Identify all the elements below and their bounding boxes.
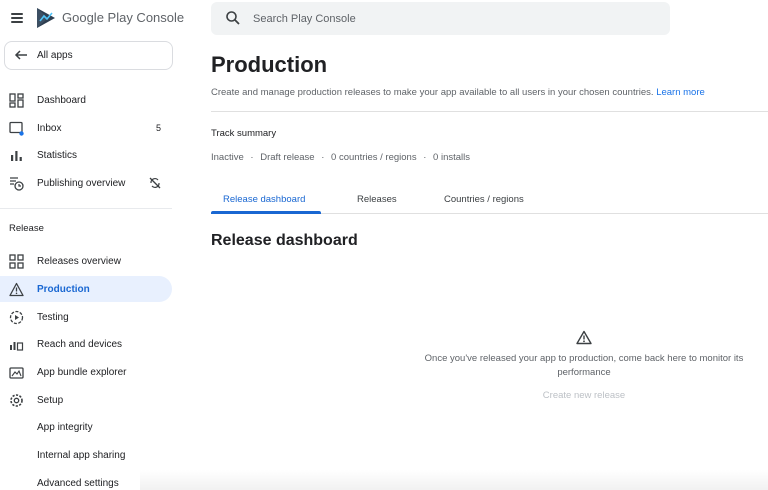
search-input[interactable]: [253, 10, 653, 27]
release-section-label: Release: [9, 223, 44, 234]
search-bar[interactable]: [211, 2, 670, 35]
tab-releases[interactable]: Releases: [357, 194, 397, 205]
track-countries: 0 countries / regions: [331, 152, 417, 163]
dashboard-icon: [9, 93, 24, 108]
menu-icon[interactable]: [9, 10, 25, 26]
nav-item-label: Inbox: [37, 123, 61, 134]
arrow-back-icon: [13, 47, 29, 63]
track-status: Inactive: [211, 152, 244, 163]
reach-chart-icon: [9, 337, 24, 352]
nav-item-label: Advanced settings: [37, 478, 119, 489]
nav-item-label: Production: [37, 284, 90, 295]
inbox-count: 5: [156, 123, 161, 133]
track-summary-title: Track summary: [211, 128, 276, 139]
bottom-shadow: [140, 470, 768, 490]
nav-item-label: App integrity: [37, 422, 93, 433]
separator: ·: [250, 152, 253, 163]
nav-item-dashboard[interactable]: Dashboard: [0, 87, 172, 113]
track-release: Draft release: [260, 152, 314, 163]
nav-item-reach-and-devices[interactable]: Reach and devices: [0, 331, 172, 357]
nav-item-testing[interactable]: Testing: [0, 304, 172, 330]
track-summary-line: Inactive · Draft release · 0 countries /…: [211, 152, 470, 163]
bar-chart-icon: [9, 148, 24, 163]
learn-more-link[interactable]: Learn more: [656, 87, 705, 98]
grid-icon: [9, 254, 24, 269]
gear-icon: [9, 393, 24, 408]
nav-item-label: Internal app sharing: [37, 450, 125, 461]
separator: ·: [321, 152, 324, 163]
all-apps-button[interactable]: All apps: [4, 41, 173, 70]
separator: ·: [423, 152, 426, 163]
tab-bar: Release dashboard Releases Countries / r…: [211, 186, 768, 214]
nav-item-inbox[interactable]: Inbox 5: [0, 115, 172, 141]
tab-release-dashboard[interactable]: Release dashboard: [223, 194, 305, 205]
nav-item-label: Releases overview: [37, 256, 121, 267]
nav-item-label: Dashboard: [37, 95, 86, 106]
nav-item-production[interactable]: Production: [0, 276, 172, 302]
tab-countries-regions[interactable]: Countries / regions: [444, 194, 524, 205]
nav-item-statistics[interactable]: Statistics: [0, 142, 172, 168]
page-description: Create and manage production releases to…: [211, 87, 705, 98]
nav-item-label: Publishing overview: [37, 178, 125, 189]
nav-item-setup[interactable]: Setup: [0, 387, 172, 413]
nav-item-app-integrity[interactable]: App integrity: [0, 414, 172, 440]
sidebar-divider: [0, 208, 172, 209]
nav-item-app-bundle-explorer[interactable]: App bundle explorer: [0, 359, 172, 385]
sidebar-header: Google Play Console: [0, 0, 190, 36]
play-circle-icon: [9, 310, 24, 325]
app-title: Google Play Console: [62, 10, 184, 25]
create-new-release-button[interactable]: Create new release: [524, 390, 644, 404]
nav-item-internal-app-sharing[interactable]: Internal app sharing: [0, 442, 172, 468]
search-icon: [225, 10, 241, 26]
play-console-logo-icon: [36, 7, 56, 29]
active-tab-indicator: [211, 211, 321, 214]
header-divider: [211, 111, 768, 112]
publishing-overview-icon: [9, 176, 24, 191]
empty-state-message: Once you've released your app to product…: [402, 352, 766, 380]
all-apps-label: All apps: [37, 50, 73, 61]
nav-item-label: Testing: [37, 312, 69, 323]
bundle-icon: [9, 365, 24, 380]
nav-item-label: App bundle explorer: [37, 367, 127, 378]
nav-item-label: Statistics: [37, 150, 77, 161]
nav-item-releases-overview[interactable]: Releases overview: [0, 248, 172, 274]
warning-triangle-icon: [9, 282, 24, 297]
track-installs: 0 installs: [433, 152, 470, 163]
page-title: Production: [211, 52, 327, 78]
page-description-text: Create and manage production releases to…: [211, 87, 654, 98]
warning-triangle-icon: [576, 330, 592, 345]
nav-item-label: Reach and devices: [37, 339, 122, 350]
nav-item-publishing-overview[interactable]: Publishing overview: [0, 170, 172, 196]
release-dashboard-title: Release dashboard: [211, 232, 358, 250]
sidebar: Google Play Console All apps Dashboard I…: [0, 0, 190, 490]
sync-disabled-icon: [148, 176, 162, 190]
nav-item-label: Setup: [37, 395, 63, 406]
inbox-icon: [9, 121, 24, 136]
